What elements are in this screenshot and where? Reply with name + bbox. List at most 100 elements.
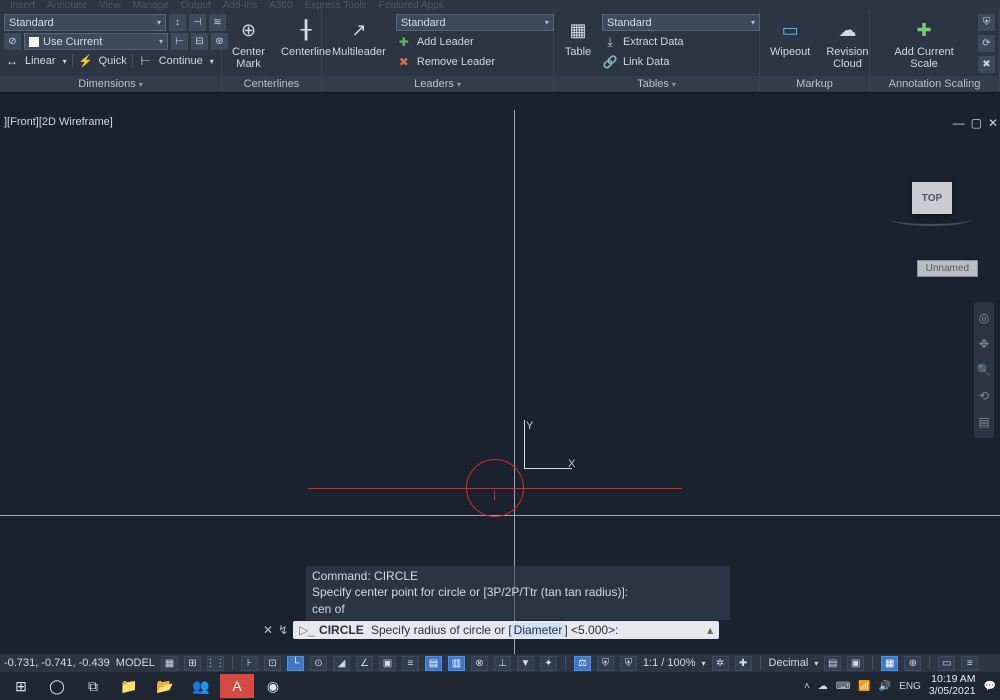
nav-pan-icon[interactable]: ✥: [976, 336, 992, 352]
infer-toggle[interactable]: ⊦: [241, 656, 258, 671]
scale-list-button[interactable]: ⛨: [978, 14, 995, 31]
dim-update-button[interactable]: ↕: [169, 14, 186, 31]
cmd-option-diameter[interactable]: Diameter: [512, 623, 565, 637]
nav-showmotion-icon[interactable]: ▤: [976, 414, 992, 430]
selection-filter-toggle[interactable]: ▼: [517, 656, 534, 671]
task-view-button[interactable]: ⧉: [76, 674, 110, 698]
transparency-toggle[interactable]: ▤: [425, 656, 442, 671]
menu-insert[interactable]: Insert: [10, 0, 35, 10]
hardware-accel-toggle[interactable]: ⊕: [904, 656, 921, 671]
search-button[interactable]: ◯: [40, 674, 74, 698]
taskbar-app-folder[interactable]: 📂: [148, 674, 182, 698]
space-readout[interactable]: MODEL: [116, 657, 155, 669]
gizmo-toggle[interactable]: ✦: [540, 656, 557, 671]
menu-manage[interactable]: Manage: [133, 0, 169, 10]
view-name-badge[interactable]: Unnamed: [917, 260, 978, 277]
tray-keyboard-icon[interactable]: ⌨: [836, 681, 850, 692]
anno-monitor-toggle[interactable]: ⛨: [620, 656, 637, 671]
dimlayer-combo[interactable]: Use Current: [24, 33, 168, 50]
isolate-objects-toggle[interactable]: ▦: [881, 656, 898, 671]
maximize-button[interactable]: ▢: [971, 116, 982, 130]
tray-language[interactable]: ENG: [899, 681, 921, 692]
view-cube[interactable]: TOP: [912, 182, 952, 214]
menu-output[interactable]: Output: [181, 0, 211, 10]
tray-clock[interactable]: 10:19 AM 3/05/2021: [929, 674, 976, 697]
isodraft-toggle[interactable]: ◢: [333, 656, 350, 671]
minimize-button[interactable]: —: [953, 116, 965, 130]
quick-button[interactable]: ⚡Quick: [78, 52, 127, 70]
dyninput-toggle[interactable]: ⊡: [264, 656, 281, 671]
viewport-label[interactable]: ][Front][2D Wireframe]: [4, 116, 113, 128]
menu-a360[interactable]: A360: [269, 0, 292, 10]
extract-data-button[interactable]: ⤓Extract Data: [602, 33, 760, 51]
quick-properties-toggle[interactable]: ▤: [824, 656, 841, 671]
autoscale-toggle[interactable]: ⚖: [574, 656, 591, 671]
start-button[interactable]: ⊞: [4, 674, 38, 698]
mleaderstyle-combo[interactable]: Standard: [396, 14, 554, 31]
scale-del-button[interactable]: ✖: [978, 56, 995, 73]
tray-cloud-icon[interactable]: ☁: [818, 681, 828, 692]
polar-toggle[interactable]: ⊙: [310, 656, 327, 671]
zoom-scale-readout[interactable]: 1:1 / 100%: [643, 657, 696, 669]
add-leader-button[interactable]: ✚Add Leader: [396, 33, 554, 51]
clean-screen-toggle[interactable]: ▭: [938, 656, 955, 671]
tray-volume-icon[interactable]: 🔊: [879, 681, 891, 692]
command-input[interactable]: ▷_ CIRCLE Specify radius of circle or [ …: [293, 621, 719, 639]
nav-zoom-icon[interactable]: 🔍: [976, 362, 992, 378]
dim-spacing-button[interactable]: ⊟: [191, 33, 208, 50]
units-readout[interactable]: Decimal: [769, 657, 809, 669]
taskbar-app-explorer[interactable]: 📁: [112, 674, 146, 698]
lineweight-toggle[interactable]: ≡: [402, 656, 419, 671]
wipeout-button[interactable]: ▭ Wipeout: [764, 14, 816, 60]
menu-featured[interactable]: Featured Apps: [379, 0, 444, 10]
dimstyle-combo[interactable]: Standard: [4, 14, 166, 31]
dim-arc-button[interactable]: ⊘: [4, 33, 21, 50]
scale-sync-button[interactable]: ⟳: [978, 35, 995, 52]
cmd-recent-icon[interactable]: ▴: [707, 623, 713, 637]
osnap-toggle[interactable]: ▣: [379, 656, 396, 671]
menu-express[interactable]: Express Tools: [305, 0, 367, 10]
remove-leader-button[interactable]: ✖Remove Leader: [396, 53, 554, 71]
tables-panel: ▦ Table Standard ⤓Extract Data 🔗Link Dat…: [554, 10, 760, 92]
otrack-toggle[interactable]: ∠: [356, 656, 373, 671]
view-cube-ring[interactable]: [890, 212, 972, 226]
grid-toggle[interactable]: ▦: [161, 656, 178, 671]
dim-baseline-button[interactable]: ⊢: [171, 33, 188, 50]
snap-toggle[interactable]: ⊞: [184, 656, 201, 671]
taskbar-app-autocad[interactable]: A: [220, 674, 254, 698]
dyn-ucs-toggle[interactable]: ⊥: [494, 656, 511, 671]
selection-cycling-toggle[interactable]: ▥: [448, 656, 465, 671]
menu-view[interactable]: View: [99, 0, 121, 10]
coords-readout[interactable]: -0.731, -0.741, -0.439: [4, 657, 110, 669]
taskbar-app-obs[interactable]: ◉: [256, 674, 290, 698]
add-scale-button[interactable]: ✚ Add Current Scale: [874, 14, 974, 72]
link-data-button[interactable]: 🔗Link Data: [602, 53, 760, 71]
workspace-switching[interactable]: ✲: [712, 656, 729, 671]
table-button[interactable]: ▦ Table: [558, 14, 598, 60]
anno-vis-toggle[interactable]: ⛨: [597, 656, 614, 671]
3dosnap-toggle[interactable]: ⊗: [471, 656, 488, 671]
ortho-toggle[interactable]: └: [287, 656, 304, 671]
multileader-button[interactable]: ↗ Multileader: [326, 14, 392, 60]
center-mark-button[interactable]: ⊕ Center Mark: [226, 14, 271, 72]
nav-wheel-icon[interactable]: ◎: [976, 310, 992, 326]
grid-display-toggle[interactable]: ⋮⋮: [207, 656, 224, 671]
menu-annotate[interactable]: Annotate: [47, 0, 87, 10]
tray-notifications-icon[interactable]: 💬: [984, 681, 996, 692]
tablestyle-combo[interactable]: Standard: [602, 14, 760, 31]
revcloud-button[interactable]: ☁ Revision Cloud: [820, 14, 874, 72]
nav-orbit-icon[interactable]: ⟲: [976, 388, 992, 404]
taskbar-app-teams[interactable]: 👥: [184, 674, 218, 698]
tray-chevron-icon[interactable]: ˄: [804, 681, 810, 692]
linear-button[interactable]: ↔Linear▾: [4, 52, 67, 70]
close-button[interactable]: ✕: [988, 116, 998, 130]
annotation-scale[interactable]: ✚: [735, 656, 752, 671]
menu-addins[interactable]: Add-Ins: [223, 0, 257, 10]
cmdline-customize-icon[interactable]: ↯: [278, 623, 288, 637]
dim-break-button[interactable]: ⊣: [189, 14, 206, 31]
tray-wifi-icon[interactable]: 📶: [858, 681, 870, 692]
cmdline-close-icon[interactable]: ✕: [263, 623, 273, 637]
continue-button[interactable]: ⊢Continue▾: [138, 52, 214, 70]
customization-button[interactable]: ≡: [961, 656, 978, 671]
lock-ui-toggle[interactable]: ▣: [847, 656, 864, 671]
